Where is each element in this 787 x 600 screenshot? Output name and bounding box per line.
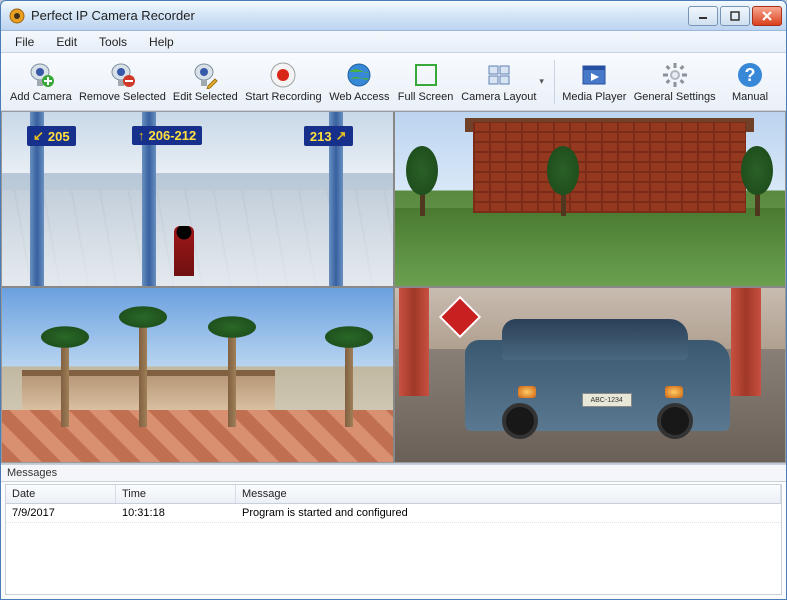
camera-grid: ↙205 ↑206-212 213↗ ABC-1234: [1, 111, 786, 463]
edit-selected-button[interactable]: Edit Selected: [170, 55, 241, 109]
cell-time: 10:31:18: [116, 504, 236, 522]
app-icon: [9, 8, 25, 24]
messages-panel: Messages Date Time Message 7/9/2017 10:3…: [1, 463, 786, 599]
messages-header: Date Time Message: [6, 485, 781, 504]
menu-tools[interactable]: Tools: [89, 33, 137, 51]
tool-label: Start Recording: [245, 91, 321, 103]
camera-feed-4[interactable]: ABC-1234: [395, 288, 786, 462]
cell-message: Program is started and configured: [236, 504, 781, 522]
fullscreen-icon: [412, 61, 440, 89]
general-settings-button[interactable]: General Settings: [631, 55, 718, 109]
start-recording-button[interactable]: Start Recording: [243, 55, 325, 109]
tool-label: General Settings: [634, 91, 716, 103]
camera-feed-3[interactable]: [2, 288, 393, 462]
col-message[interactable]: Message: [236, 485, 781, 503]
camera-feed-1[interactable]: ↙205 ↑206-212 213↗: [2, 112, 393, 286]
tool-label: Web Access: [329, 91, 389, 103]
messages-panel-title: Messages: [1, 464, 786, 482]
tool-label: Camera Layout: [461, 91, 536, 103]
webcam-edit-icon: [191, 61, 219, 89]
menu-edit[interactable]: Edit: [46, 33, 87, 51]
sign-text: 213: [310, 129, 332, 144]
menu-file[interactable]: File: [5, 33, 44, 51]
cell-date: 7/9/2017: [6, 504, 116, 522]
help-icon: ?: [736, 61, 764, 89]
svg-text:?: ?: [745, 65, 756, 85]
webcam-minus-icon: [108, 61, 136, 89]
minimize-button[interactable]: [688, 6, 718, 26]
window-title: Perfect IP Camera Recorder: [31, 8, 688, 23]
camera-layout-dropdown[interactable]: ▾: [537, 76, 546, 87]
message-row[interactable]: 7/9/2017 10:31:18 Program is started and…: [6, 504, 781, 523]
manual-button[interactable]: ? Manual: [720, 55, 780, 109]
app-window: Perfect IP Camera Recorder File Edit Too…: [0, 0, 787, 600]
maximize-button[interactable]: [720, 6, 750, 26]
web-access-button[interactable]: Web Access: [326, 55, 392, 109]
close-button[interactable]: [752, 6, 782, 26]
camera-feed-2[interactable]: [395, 112, 786, 286]
window-controls: [688, 6, 782, 26]
webcam-plus-icon: [27, 61, 55, 89]
messages-table: Date Time Message 7/9/2017 10:31:18 Prog…: [5, 484, 782, 595]
tool-label: Media Player: [562, 91, 626, 103]
toolbar: Add Camera Remove Selected Edit Selected…: [1, 53, 786, 111]
globe-icon: [345, 61, 373, 89]
sign-text: 205: [48, 129, 70, 144]
titlebar[interactable]: Perfect IP Camera Recorder: [1, 1, 786, 31]
media-player-icon: [580, 61, 608, 89]
add-camera-button[interactable]: Add Camera: [7, 55, 75, 109]
tool-label: Edit Selected: [173, 91, 238, 103]
camera-layout-button[interactable]: Camera Layout: [459, 55, 539, 109]
grid-layout-icon: [485, 61, 513, 89]
menu-help[interactable]: Help: [139, 33, 184, 51]
messages-body[interactable]: 7/9/2017 10:31:18 Program is started and…: [6, 504, 781, 594]
license-plate: ABC-1234: [582, 393, 632, 407]
tool-label: Full Screen: [398, 91, 454, 103]
col-time[interactable]: Time: [116, 485, 236, 503]
tool-label: Add Camera: [10, 91, 72, 103]
record-icon: [269, 61, 297, 89]
toolbar-separator: [554, 60, 555, 104]
col-date[interactable]: Date: [6, 485, 116, 503]
sign-text: 206-212: [149, 128, 197, 143]
gear-icon: [661, 61, 689, 89]
tool-label: Remove Selected: [79, 91, 166, 103]
remove-selected-button[interactable]: Remove Selected: [77, 55, 168, 109]
menubar: File Edit Tools Help: [1, 31, 786, 53]
full-screen-button[interactable]: Full Screen: [395, 55, 457, 109]
tool-label: Manual: [732, 91, 768, 103]
media-player-button[interactable]: Media Player: [559, 55, 629, 109]
